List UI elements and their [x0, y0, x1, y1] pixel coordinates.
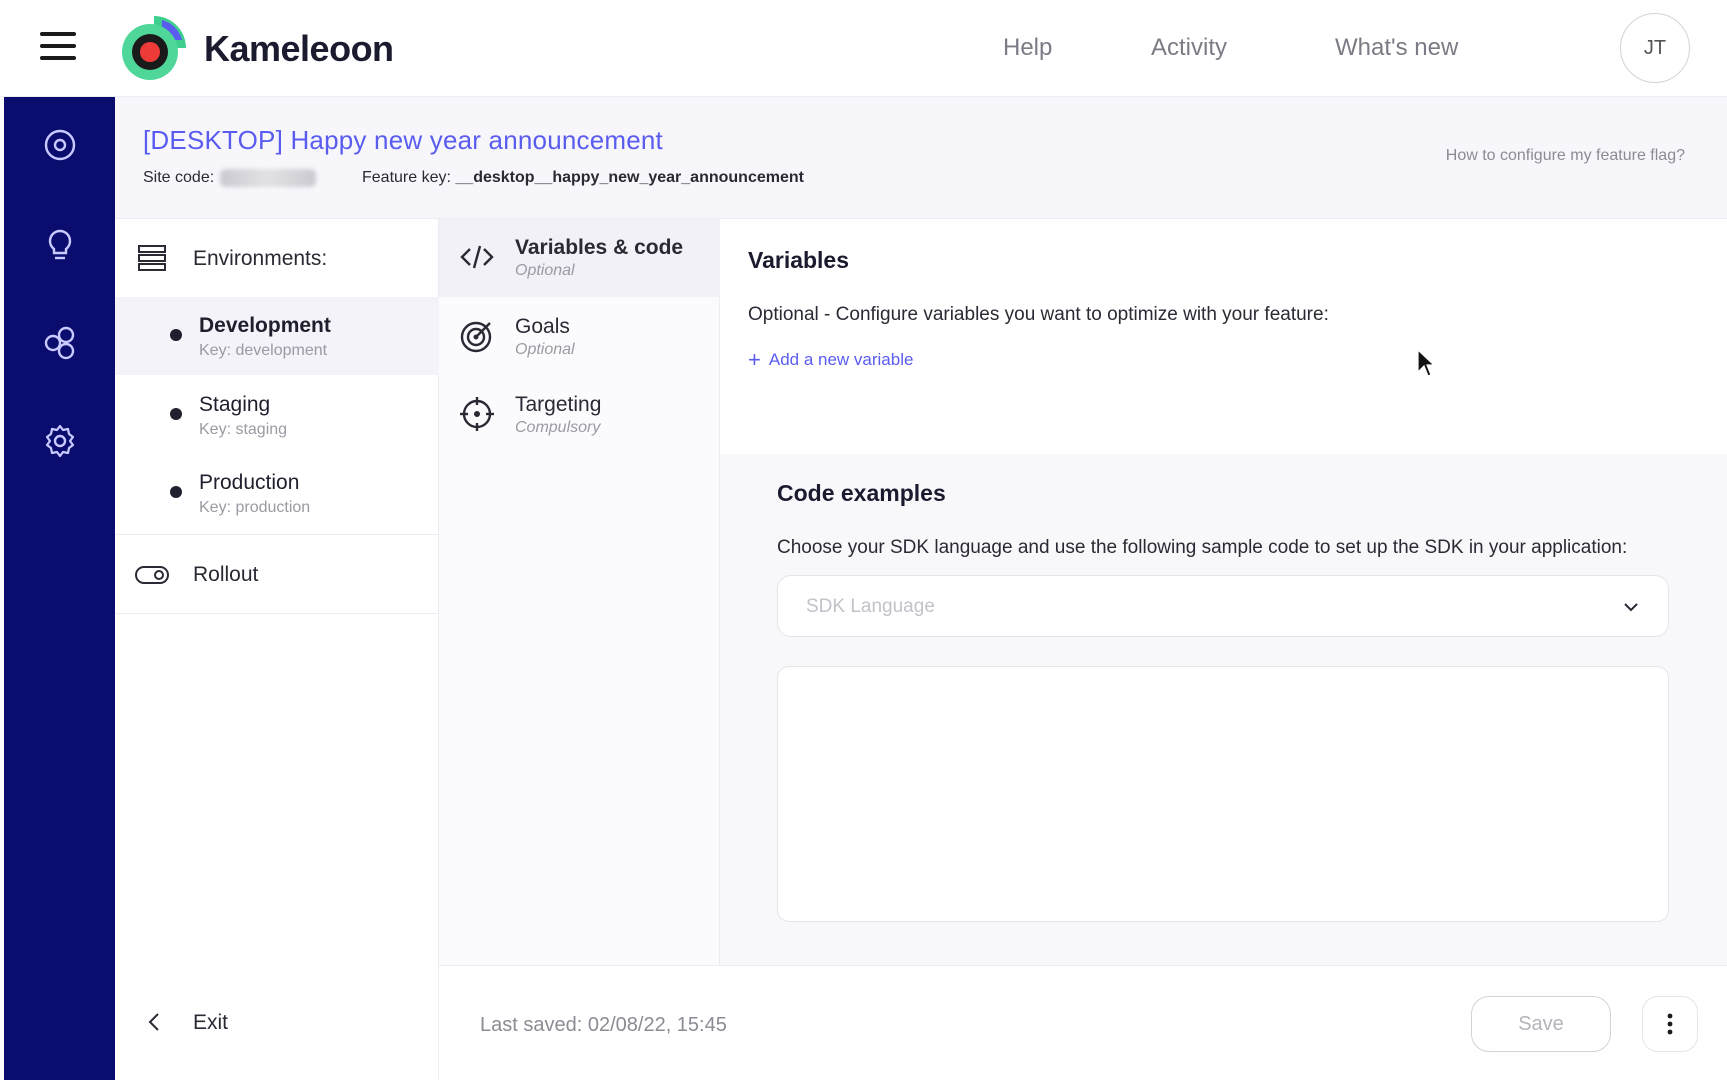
- status-dot: [170, 408, 182, 420]
- nav-whats-new[interactable]: What's new: [1335, 34, 1458, 62]
- nav-help[interactable]: Help: [1003, 34, 1052, 62]
- menu-icon[interactable]: [40, 32, 76, 62]
- status-dot: [170, 486, 182, 498]
- exit-label: Exit: [193, 1011, 229, 1034]
- status-dot: [170, 329, 182, 341]
- idea-icon[interactable]: [42, 227, 78, 263]
- code-icon: [460, 245, 494, 269]
- kameleoon-logo: [122, 16, 186, 80]
- step-subtitle: Optional: [515, 341, 575, 358]
- kebab-menu-icon: [1667, 1013, 1673, 1035]
- environments-panel: Environments: Development Key: developme…: [115, 219, 439, 1080]
- feature-header: [DESKTOP] Happy new year announcement Si…: [115, 97, 1727, 219]
- feature-key-value: __desktop__happy_new_year_announcement: [455, 169, 804, 186]
- code-sample-area[interactable]: [777, 666, 1669, 922]
- rollout-item[interactable]: Rollout: [115, 534, 439, 614]
- page-title: [DESKTOP] Happy new year announcement: [143, 125, 663, 155]
- feature-key-label: Feature key:: [362, 169, 451, 186]
- variables-description: Optional - Configure variables you want …: [748, 304, 1329, 325]
- env-name: Development: [199, 314, 331, 337]
- last-saved-text: Last saved: 02/08/22, 15:45: [480, 1014, 727, 1036]
- footer-bar: Last saved: 02/08/22, 15:45 Save: [439, 965, 1727, 1080]
- dashboard-icon[interactable]: [42, 127, 78, 163]
- more-options-button[interactable]: [1642, 996, 1698, 1052]
- user-avatar[interactable]: JT: [1620, 13, 1690, 83]
- main-content: Variables Optional - Configure variables…: [720, 219, 1727, 965]
- step-subtitle: Compulsory: [515, 419, 601, 436]
- env-item-staging[interactable]: Staging Key: staging: [115, 376, 439, 454]
- environments-label: Environments:: [193, 247, 328, 270]
- settings-icon[interactable]: [42, 423, 78, 459]
- plus-icon: +: [748, 347, 761, 372]
- rollout-label: Rollout: [193, 563, 259, 586]
- env-key: Key: staging: [199, 421, 288, 438]
- flags-icon[interactable]: [42, 325, 78, 361]
- code-examples-title: Code examples: [777, 480, 946, 506]
- step-goals[interactable]: Goals Optional: [439, 298, 720, 376]
- step-variables-code[interactable]: Variables & code Optional: [439, 219, 720, 297]
- add-variable-label: Add a new variable: [768, 350, 914, 369]
- step-title: Variables & code: [515, 236, 684, 259]
- left-rail: [4, 97, 115, 1080]
- step-title: Goals: [515, 315, 570, 338]
- crosshair-icon: [460, 397, 494, 431]
- server-stack-icon: [138, 245, 166, 271]
- env-item-production[interactable]: Production Key: production: [115, 454, 439, 532]
- env-name: Production: [199, 471, 300, 494]
- chevron-left-icon: [148, 1013, 159, 1031]
- mouse-cursor-icon: [1417, 348, 1436, 377]
- step-title: Targeting: [515, 393, 602, 416]
- environments-header: Environments:: [115, 219, 439, 297]
- sdk-language-placeholder: SDK Language: [806, 596, 935, 617]
- steps-panel: Variables & code Optional Goals Optional…: [439, 219, 720, 965]
- env-key: Key: development: [199, 342, 328, 359]
- step-targeting[interactable]: Targeting Compulsory: [439, 376, 720, 454]
- site-code-redacted: [220, 169, 317, 187]
- brand-name: Kameleoon: [204, 28, 394, 69]
- save-button[interactable]: Save: [1471, 996, 1611, 1052]
- add-variable-link[interactable]: + Add a new variable: [748, 347, 913, 373]
- nav-activity[interactable]: Activity: [1151, 34, 1227, 62]
- exit-button[interactable]: Exit: [115, 989, 439, 1049]
- toggle-icon: [135, 566, 169, 584]
- env-item-development[interactable]: Development Key: development: [115, 297, 439, 375]
- top-bar: Kameleoon Help Activity What's new JT: [0, 0, 1727, 97]
- sdk-language-select[interactable]: SDK Language: [777, 575, 1669, 637]
- target-icon: [460, 321, 492, 353]
- env-name: Staging: [199, 393, 271, 416]
- code-examples-description: Choose your SDK language and use the fol…: [777, 537, 1628, 558]
- env-key: Key: production: [199, 499, 311, 516]
- variables-title: Variables: [748, 247, 850, 273]
- help-configure-link[interactable]: How to configure my feature flag?: [1446, 147, 1685, 165]
- site-code-label: Site code:: [143, 169, 215, 187]
- step-subtitle: Optional: [515, 262, 575, 279]
- feature-key: Feature key: __desktop__happy_new_year_a…: [362, 169, 804, 187]
- chevron-down-icon: [1624, 603, 1638, 612]
- site-code: Site code:: [143, 169, 317, 187]
